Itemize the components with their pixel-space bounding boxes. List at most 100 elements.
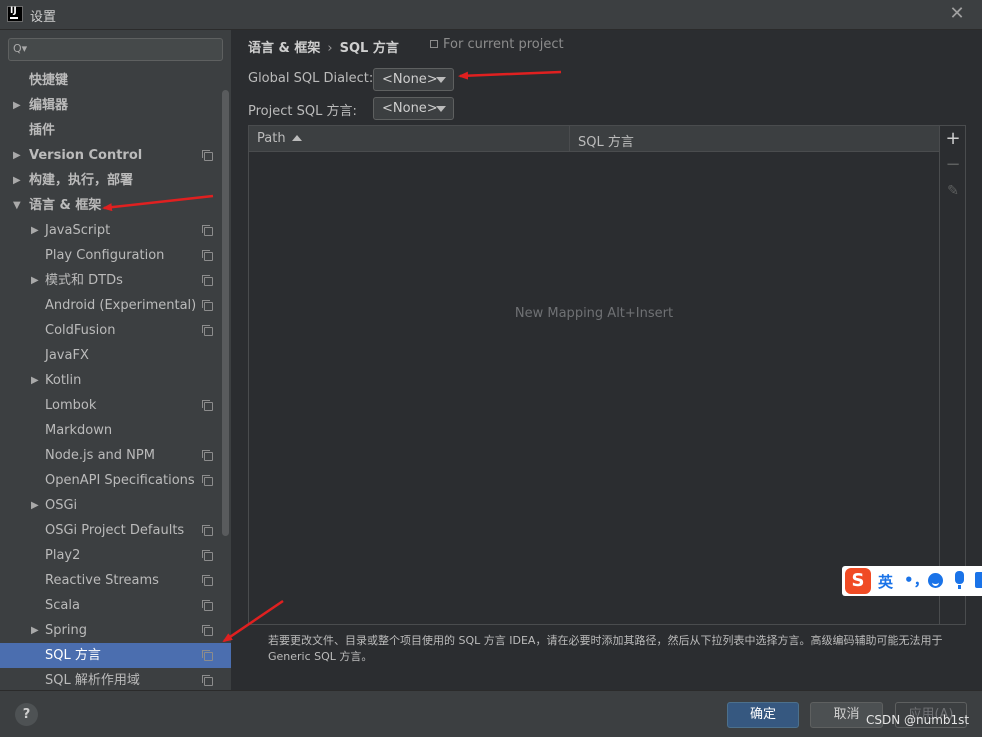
sidebar-item[interactable]: Lombok xyxy=(0,393,231,418)
project-scope-icon xyxy=(202,575,213,586)
column-header-dialect[interactable]: SQL 方言 xyxy=(578,131,634,150)
sidebar-item[interactable]: ▶ Kotlin xyxy=(0,368,231,393)
sidebar-item-label: OSGi xyxy=(45,498,78,513)
sidebar-item[interactable]: Scala xyxy=(0,593,231,618)
search-icon: Q▾ xyxy=(13,42,28,55)
help-icon[interactable]: ? xyxy=(15,703,38,726)
chevron-right-icon[interactable]: ▶ xyxy=(31,618,39,643)
csdn-watermark: CSDN @numb1st xyxy=(866,713,970,727)
dialect-mapping-table[interactable]: Path SQL 方言 New Mapping Alt+Insert xyxy=(248,125,940,625)
chevron-right-icon[interactable]: ▶ xyxy=(31,368,39,393)
sidebar-item-label: ColdFusion xyxy=(45,323,116,338)
sogou-logo-icon[interactable]: S xyxy=(845,568,871,594)
chevron-down-icon xyxy=(436,77,446,83)
dialog-footer: ? 确定 取消 应用(A) CSDN @numb1st xyxy=(0,690,982,737)
sidebar-item[interactable]: Android (Experimental) xyxy=(0,293,231,318)
sort-ascending-icon xyxy=(291,135,302,141)
settings-search[interactable]: Q▾ xyxy=(8,38,223,61)
for-current-project: For current project xyxy=(430,37,564,52)
project-dialect-label: Project SQL 方言: xyxy=(248,104,357,119)
project-scope-icon xyxy=(202,275,213,286)
sidebar-item[interactable]: JavaFX xyxy=(0,343,231,368)
chevron-right-icon[interactable]: ▶ xyxy=(31,218,39,243)
column-path-label: Path xyxy=(257,131,286,146)
project-scope-icon xyxy=(202,225,213,236)
search-input[interactable] xyxy=(33,41,218,58)
sidebar-item-label: Node.js and NPM xyxy=(45,448,155,463)
sidebar-item-label: Version Control xyxy=(29,148,143,163)
global-dialect-select[interactable]: <None> xyxy=(373,68,454,91)
sidebar-item[interactable]: OpenAPI Specifications xyxy=(0,468,231,493)
project-dialect-select[interactable]: <None> xyxy=(373,97,454,120)
sidebar-item[interactable]: ▶ 编辑器 xyxy=(0,93,231,118)
chevron-down-icon[interactable]: ▼ xyxy=(13,193,21,218)
breadcrumb-parent[interactable]: 语言 & 框架 xyxy=(248,41,320,56)
remove-icon[interactable]: − xyxy=(940,152,966,178)
project-scope-icon xyxy=(202,400,213,411)
chevron-right-icon[interactable]: ▶ xyxy=(13,168,21,193)
sidebar-item-label: Android (Experimental) xyxy=(45,298,197,313)
breadcrumb-current: SQL 方言 xyxy=(339,41,399,56)
sidebar-item[interactable]: ▶ JavaScript xyxy=(0,218,231,243)
sidebar-scrollbar[interactable] xyxy=(222,90,229,536)
project-scope-icon xyxy=(202,550,213,561)
chevron-right-icon[interactable]: ▶ xyxy=(31,493,39,518)
chevron-down-icon xyxy=(436,106,446,112)
sidebar-item[interactable]: ▶ Version Control xyxy=(0,143,231,168)
dialect-description: 若要更改文件、目录或整个项目使用的 SQL 方言 IDEA，请在必要时添加其路径… xyxy=(268,634,943,663)
table-header: Path SQL 方言 xyxy=(249,126,939,152)
sidebar-item[interactable]: Node.js and NPM xyxy=(0,443,231,468)
ime-punctuation-toggle[interactable]: •， xyxy=(904,569,929,590)
sidebar-item[interactable]: ▶ Spring xyxy=(0,618,231,643)
sidebar-item[interactable]: ▼ 语言 & 框架 xyxy=(0,193,231,218)
ime-language-toggle[interactable]: 英 xyxy=(878,571,893,592)
add-icon[interactable]: + xyxy=(940,126,966,152)
ime-toolbar[interactable]: S 英 •， xyxy=(842,566,982,596)
sidebar-item[interactable]: OSGi Project Defaults xyxy=(0,518,231,543)
sidebar-item-label: JavaScript xyxy=(45,223,111,238)
chevron-right-icon[interactable]: ▶ xyxy=(31,268,39,293)
sidebar-item[interactable]: Markdown xyxy=(0,418,231,443)
sidebar-item-label: Lombok xyxy=(45,398,97,413)
sidebar-item-label: 编辑器 xyxy=(29,98,69,113)
title-bar: IJ 设置 ✕ xyxy=(0,0,982,30)
intellij-logo-icon: IJ xyxy=(7,6,23,22)
column-header-path[interactable]: Path xyxy=(257,131,302,146)
project-scope-icon xyxy=(202,150,213,161)
table-toolbar: + − ✎ xyxy=(940,125,966,625)
close-icon[interactable]: ✕ xyxy=(946,3,968,25)
emoji-icon[interactable] xyxy=(928,573,943,588)
ok-button[interactable]: 确定 xyxy=(727,702,799,728)
chevron-right-icon[interactable]: ▶ xyxy=(13,143,21,168)
sidebar-item[interactable]: SQL 方言 xyxy=(0,643,231,668)
global-dialect-label: Global SQL Dialect: xyxy=(248,71,374,86)
ime-more-icon[interactable] xyxy=(975,572,982,588)
sidebar-item-label: 插件 xyxy=(29,123,56,138)
breadcrumb: 语言 & 框架 › SQL 方言 xyxy=(248,37,399,56)
sidebar-item[interactable]: 插件 xyxy=(0,118,231,143)
sidebar-item[interactable]: 快捷键 xyxy=(0,68,231,93)
settings-tree: 快捷键 ▶ 编辑器 插件 ▶ Version Control ▶ 构建，执行，部署 ▼ 语言 & … xyxy=(0,68,231,693)
sidebar-item-label: 构建，执行，部署 xyxy=(29,173,134,188)
sidebar-item[interactable]: Play Configuration xyxy=(0,243,231,268)
column-divider[interactable] xyxy=(569,126,570,152)
project-scope-icon xyxy=(430,40,438,48)
chevron-right-icon[interactable]: ▶ xyxy=(13,93,21,118)
breadcrumb-separator: › xyxy=(327,41,333,56)
sidebar-item-label: Reactive Streams xyxy=(45,573,159,588)
sidebar-item[interactable]: ▶ OSGi xyxy=(0,493,231,518)
microphone-icon[interactable] xyxy=(955,571,964,589)
sidebar-item[interactable]: ▶ 模式和 DTDs xyxy=(0,268,231,293)
sidebar-item[interactable]: ColdFusion xyxy=(0,318,231,343)
project-scope-icon xyxy=(202,675,213,686)
sidebar-item[interactable]: ▶ 构建，执行，部署 xyxy=(0,168,231,193)
edit-icon[interactable]: ✎ xyxy=(940,178,966,204)
project-scope-icon xyxy=(202,525,213,536)
sidebar-item[interactable]: Reactive Streams xyxy=(0,568,231,593)
sidebar-item-label: 模式和 DTDs xyxy=(45,273,123,288)
for-current-project-label: For current project xyxy=(443,37,564,52)
window-title: 设置 xyxy=(30,10,57,25)
project-scope-icon xyxy=(202,250,213,261)
sidebar-item[interactable]: Play2 xyxy=(0,543,231,568)
table-empty-text: New Mapping Alt+Insert xyxy=(514,306,674,321)
